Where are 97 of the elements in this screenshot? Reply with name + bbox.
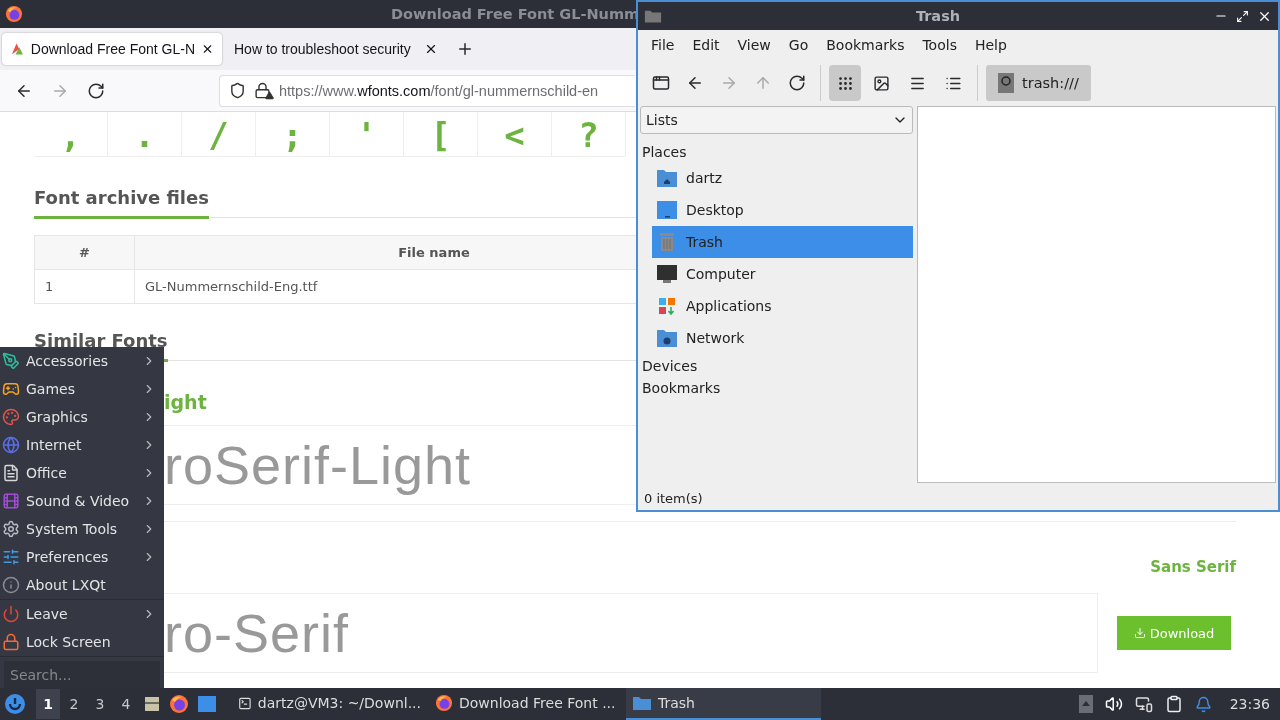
- location-button[interactable]: trash:///: [986, 65, 1091, 101]
- glyph-sample: ;: [282, 118, 303, 152]
- desktop-switch[interactable]: 4: [114, 689, 138, 719]
- maximize-icon[interactable]: [1236, 9, 1249, 23]
- glyph-sample: <: [504, 118, 525, 152]
- start-menu-item[interactable]: Leave: [0, 600, 164, 628]
- menu-item[interactable]: Bookmarks: [817, 33, 914, 57]
- section-heading: Font archive files: [34, 187, 209, 219]
- font-preview: roSerif-Light: [164, 434, 472, 496]
- volume-icon[interactable]: [1104, 695, 1123, 713]
- glyph-sample: ': [356, 118, 377, 152]
- shield-icon: [229, 82, 246, 99]
- menu-item[interactable]: Edit: [683, 33, 729, 57]
- desktop-switch[interactable]: 1: [36, 689, 60, 719]
- icon-grid-icon: [836, 74, 854, 92]
- taskbar-task[interactable]: Trash: [626, 688, 821, 720]
- info-icon: [2, 576, 20, 594]
- desktop-switch[interactable]: 3: [88, 689, 112, 719]
- search-field[interactable]: Search...: [4, 661, 160, 688]
- forward-arrow-icon: [720, 74, 738, 92]
- sidebar-item[interactable]: Trash: [652, 226, 913, 258]
- start-menu-item[interactable]: Internet: [0, 431, 164, 459]
- document-icon: [2, 464, 20, 482]
- glyph-sample: /: [208, 118, 229, 152]
- reload-icon: [87, 81, 105, 100]
- power-icon: [2, 605, 20, 623]
- reload-icon: [788, 74, 806, 92]
- glyph-sample: ,: [60, 118, 81, 152]
- window-title: Download Free Font GL-Numm: [391, 6, 640, 22]
- sidebar-dropdown[interactable]: Lists: [640, 106, 913, 134]
- browser-icon: [169, 694, 189, 714]
- browser-icon: [5, 5, 23, 23]
- menu-item[interactable]: Help: [965, 33, 1016, 57]
- start-menu-item[interactable]: System Tools: [0, 515, 164, 543]
- menu-item[interactable]: Go: [779, 33, 818, 57]
- folder-icon: [632, 695, 652, 711]
- font-preview: ro-Serif: [164, 602, 350, 664]
- close-icon[interactable]: [201, 42, 214, 56]
- folder-icon: [644, 8, 662, 24]
- monitor-icon: [656, 264, 678, 284]
- start-menu-item[interactable]: Games: [0, 375, 164, 403]
- start-menu-item[interactable]: Sound & Video: [0, 487, 164, 515]
- sliders-icon: [2, 548, 20, 566]
- sidebar-section[interactable]: Bookmarks: [640, 376, 913, 398]
- lock-warning-icon: [254, 82, 271, 99]
- menu-item[interactable]: Tools: [913, 33, 966, 57]
- drive-icon: [998, 73, 1014, 93]
- icons-view-button[interactable]: [829, 65, 861, 101]
- table-cell: 1: [34, 269, 135, 304]
- sidebar-item[interactable]: dartz: [652, 162, 913, 194]
- glyph-sample: [: [430, 118, 451, 152]
- font-category: Sans Serif: [1149, 558, 1236, 576]
- desktop-icon: [656, 200, 678, 220]
- menu-item[interactable]: File: [642, 33, 684, 57]
- gear-icon: [2, 520, 20, 538]
- taskbar-task[interactable]: Download Free Font ...: [429, 688, 624, 720]
- start-menu-item[interactable]: About LXQt: [0, 571, 164, 599]
- network-folder-icon: [656, 328, 678, 348]
- browser-tab[interactable]: How to troubleshoot security: [226, 33, 446, 65]
- globe-icon: [2, 436, 20, 454]
- palette-icon: [2, 408, 20, 426]
- close-icon[interactable]: [424, 42, 438, 56]
- start-menu-item[interactable]: Graphics: [0, 403, 164, 431]
- site-icon: [10, 41, 25, 57]
- film-icon: [2, 492, 20, 510]
- download-icon: [1133, 627, 1146, 639]
- image-icon: [872, 74, 890, 92]
- window-title: Trash: [914, 8, 962, 24]
- home-folder-icon: [656, 168, 678, 188]
- clipboard-icon[interactable]: [1164, 695, 1183, 713]
- address-bar[interactable]: https://www.wfonts.com/font/gl-nummernschild-en: [219, 74, 635, 107]
- start-menu-item[interactable]: Lock Screen: [0, 628, 164, 656]
- column-header: #: [34, 235, 135, 270]
- desktop-switch[interactable]: 2: [62, 689, 86, 719]
- sidebar-section[interactable]: Places: [640, 134, 913, 162]
- glyph-sample: ?: [578, 118, 599, 152]
- browser-tab[interactable]: Download Free Font GL-N: [2, 33, 222, 65]
- status-text: 0 item(s): [643, 490, 704, 508]
- glyph-sample: .: [134, 118, 155, 152]
- gamepad-icon: [2, 380, 20, 398]
- lock-icon: [2, 633, 20, 651]
- sidebar-item[interactable]: Desktop: [652, 194, 913, 226]
- network-icon[interactable]: [1134, 695, 1153, 713]
- taskbar-task[interactable]: dartz@VM3: ~/Downl...: [232, 688, 427, 720]
- sidebar-section[interactable]: Devices: [640, 354, 913, 376]
- apps-icon: [656, 296, 678, 316]
- new-window-icon: [652, 74, 670, 92]
- plus-icon: [456, 40, 474, 58]
- start-menu-item[interactable]: Office: [0, 459, 164, 487]
- start-menu-icon[interactable]: [4, 693, 26, 715]
- notification-icon[interactable]: [1194, 695, 1212, 713]
- pen-icon: [2, 352, 20, 370]
- start-menu-item[interactable]: Preferences: [0, 543, 164, 571]
- browser-icon: [435, 694, 453, 712]
- menu-item[interactable]: View: [728, 33, 780, 57]
- sidebar-item[interactable]: Network: [652, 322, 913, 354]
- clock[interactable]: 23:36: [1229, 696, 1270, 712]
